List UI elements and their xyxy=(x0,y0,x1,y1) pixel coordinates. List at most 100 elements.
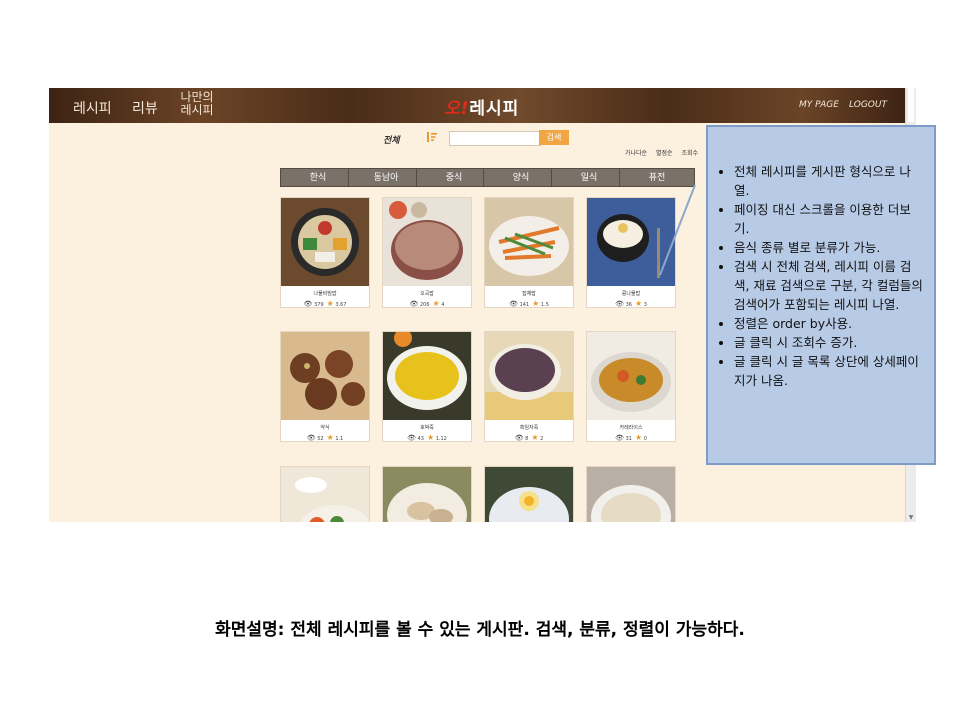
view-count: 43 xyxy=(417,436,424,442)
star-icon: ★ xyxy=(532,299,540,308)
search-button[interactable]: 검색 xyxy=(539,130,569,145)
annotation-item: 검색 시 전체 검색, 레시피 이름 검색, 재료 검색으로 구분, 각 컬럼들… xyxy=(734,257,926,314)
recipe-stats: 👁 36 ★ 3 xyxy=(587,299,675,308)
recipe-card[interactable]: 카레라이스 👁 31 ★ 0 xyxy=(586,331,676,442)
eye-icon: 👁 xyxy=(514,434,524,442)
eye-icon: 👁 xyxy=(303,300,313,308)
star-icon: ★ xyxy=(426,433,435,442)
search-input[interactable] xyxy=(449,131,541,146)
recipe-photo xyxy=(281,467,369,522)
recipe-card[interactable]: 콩나물밥 👁 36 ★ 3 xyxy=(586,197,676,308)
annotation-callout: 전체 레시피를 게시판 형식으로 나열. 페이징 대신 스크롤을 이용한 더보기… xyxy=(706,125,936,465)
nav-my-recipe[interactable]: 나만의 레시피 xyxy=(175,91,219,117)
recipe-card[interactable] xyxy=(280,466,370,522)
view-count: 141 xyxy=(519,302,530,308)
recipe-photo xyxy=(281,332,369,420)
recipe-photo xyxy=(281,198,369,286)
filter-icon[interactable] xyxy=(426,131,438,143)
recipe-stats: 👁 31 ★ 0 xyxy=(587,433,675,442)
recipe-photo xyxy=(383,467,471,522)
rating: 3 xyxy=(643,302,647,308)
tab-southeast-asian[interactable]: 동남아 xyxy=(348,168,424,187)
search-scope-label[interactable]: 전체 xyxy=(383,133,400,146)
annotation-item: 글 클릭 시 조회수 증가. xyxy=(734,333,926,352)
eye-icon: 👁 xyxy=(615,434,624,442)
recipe-photo xyxy=(383,198,471,286)
recipe-name: 나물비빔밥 xyxy=(313,291,337,297)
star-icon: ★ xyxy=(531,433,539,442)
tab-fusion[interactable]: 퓨전 xyxy=(619,168,695,187)
annotation-item: 글 클릭 시 글 목록 상단에 상세페이지가 나옴. xyxy=(734,352,926,390)
recipe-card[interactable]: 호박죽 👁 43 ★ 1.12 xyxy=(382,331,472,442)
recipe-card[interactable]: 흑임자죽 👁 8 ★ 2 xyxy=(484,331,574,442)
rating: 1.12 xyxy=(435,436,447,442)
recipe-stats: 👁 379 ★ 3.67 xyxy=(281,299,369,308)
star-icon: ★ xyxy=(432,299,440,308)
sort-views[interactable]: 조회수 xyxy=(682,150,699,157)
annotation-item: 음식 종류 별로 분류가 가능. xyxy=(734,238,926,257)
screen-caption: 화면설명: 전체 레시피를 볼 수 있는 게시판. 검색, 분류, 정렬이 가능… xyxy=(215,620,745,640)
recipe-stats: 👁 52 ★ 1.1 xyxy=(281,433,369,442)
tab-korean[interactable]: 한식 xyxy=(280,168,356,187)
nav-recipe[interactable]: 레시피 xyxy=(73,98,112,118)
recipe-photo xyxy=(587,467,675,522)
view-count: 31 xyxy=(625,436,632,442)
recipe-name: 카레라이스 xyxy=(619,425,643,431)
recipe-card[interactable] xyxy=(586,466,676,522)
star-icon: ★ xyxy=(634,299,643,308)
star-icon: ★ xyxy=(326,299,334,308)
view-count: 206 xyxy=(419,302,430,308)
recipe-card[interactable]: 약식 👁 52 ★ 1.1 xyxy=(280,331,370,442)
recipe-photo xyxy=(485,332,573,420)
top-header: 레시피 리뷰 나만의 레시피 오!레시피 MY PAGE LOGOUT xyxy=(49,88,906,123)
star-icon: ★ xyxy=(326,433,334,442)
annotation-item: 전체 레시피를 게시판 형식으로 나열. xyxy=(734,162,926,200)
eye-icon: 👁 xyxy=(306,434,316,442)
mypage-link[interactable]: MY PAGE xyxy=(799,100,839,110)
view-count: 52 xyxy=(317,436,324,442)
rating: 1.1 xyxy=(335,436,344,442)
recipe-card[interactable] xyxy=(382,466,472,522)
scroll-thumb[interactable] xyxy=(908,88,914,122)
tab-western[interactable]: 양식 xyxy=(483,168,559,187)
recipe-photo xyxy=(485,198,573,286)
star-icon: ★ xyxy=(634,433,643,442)
eye-icon: 👁 xyxy=(407,434,416,442)
recipe-name: 잡채밥 xyxy=(522,291,536,297)
rating: 4 xyxy=(441,302,445,308)
recipe-stats: 👁 206 ★ 4 xyxy=(383,299,471,308)
recipe-stats: 👁 43 ★ 1.12 xyxy=(383,433,471,442)
sort-alphabetical[interactable]: 가나다순 xyxy=(625,150,647,157)
logout-link[interactable]: LOGOUT xyxy=(849,100,887,110)
annotation-item: 페이징 대신 스크롤을 이용한 더보기. xyxy=(734,200,926,238)
view-count: 8 xyxy=(525,436,529,442)
recipe-photo xyxy=(587,198,675,286)
recipe-stats: 👁 8 ★ 2 xyxy=(485,433,573,442)
view-count: 36 xyxy=(625,302,632,308)
recipe-card[interactable] xyxy=(484,466,574,522)
tab-chinese[interactable]: 중식 xyxy=(416,168,492,187)
rating: 3.67 xyxy=(335,302,347,308)
recipe-name: 오곡밥 xyxy=(420,291,434,297)
annotation-list: 전체 레시피를 게시판 형식으로 나열. 페이징 대신 스크롤을 이용한 더보기… xyxy=(708,127,934,390)
eye-icon: 👁 xyxy=(509,300,519,308)
tab-japanese[interactable]: 일식 xyxy=(551,168,627,187)
sort-rating[interactable]: 별점순 xyxy=(656,150,673,157)
recipe-card[interactable]: 나물비빔밥 👁 379 ★ 3.67 xyxy=(280,197,370,308)
recipe-photo xyxy=(383,332,471,420)
rating: 2 xyxy=(540,436,544,442)
rating: 1.5 xyxy=(540,302,549,308)
eye-icon: 👁 xyxy=(409,300,419,308)
nav-review[interactable]: 리뷰 xyxy=(132,98,158,118)
recipe-name: 호박죽 xyxy=(420,425,434,431)
logo-o: 오! xyxy=(444,99,470,119)
rating: 0 xyxy=(643,436,647,442)
recipe-name: 약식 xyxy=(320,425,330,431)
recipe-name: 콩나물밥 xyxy=(621,291,641,297)
recipe-card[interactable]: 잡채밥 👁 141 ★ 1.5 xyxy=(484,197,574,308)
logo[interactable]: 오!레시피 xyxy=(444,94,519,119)
recipe-card[interactable]: 오곡밥 👁 206 ★ 4 xyxy=(382,197,472,308)
recipe-stats: 👁 141 ★ 1.5 xyxy=(485,299,573,308)
scroll-down-arrow-icon[interactable]: ▼ xyxy=(906,513,916,522)
eye-icon: 👁 xyxy=(615,300,624,308)
